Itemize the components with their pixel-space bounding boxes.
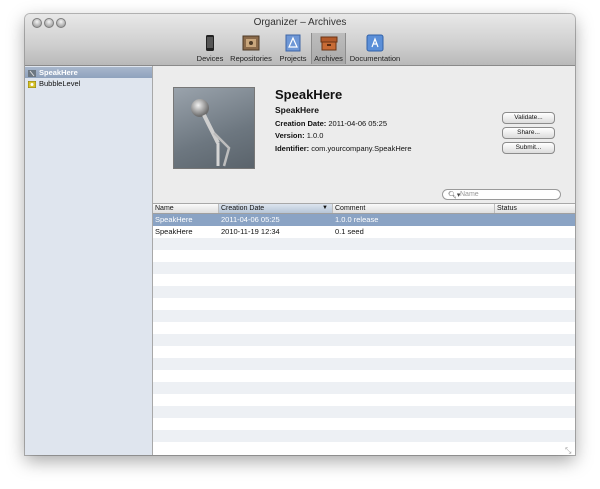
creation-date-row: Creation Date: 2011-04-06 05:25 xyxy=(275,119,388,128)
column-header-status[interactable]: Status xyxy=(495,204,575,213)
empty-row xyxy=(153,430,575,442)
window-title: Organizer – Archives xyxy=(253,17,347,28)
repository-icon xyxy=(242,34,260,52)
table-header: Name Creation Date ▼ Comment Status xyxy=(153,204,575,214)
submit-button[interactable]: Submit... xyxy=(502,142,555,154)
version-row: Version: 1.0.0 xyxy=(275,131,324,140)
empty-row xyxy=(153,406,575,418)
table-row[interactable]: SpeakHere 2011-04-06 05:25 1.0.0 release xyxy=(153,214,575,226)
column-header-name[interactable]: Name xyxy=(153,204,219,213)
sort-descending-icon: ▼ xyxy=(322,205,328,211)
empty-row xyxy=(153,310,575,322)
resize-grip-icon[interactable]: ⤡ xyxy=(565,446,573,455)
archives-table: Name Creation Date ▼ Comment Status Spea… xyxy=(153,203,575,455)
microphone-icon xyxy=(173,87,255,169)
share-button[interactable]: Share... xyxy=(502,127,555,139)
empty-row xyxy=(153,334,575,346)
toolbar-archives[interactable]: Archives xyxy=(311,33,346,64)
empty-row xyxy=(153,286,575,298)
search-icon: 🔍︎▾ xyxy=(448,192,461,199)
archive-icon xyxy=(320,34,338,52)
device-icon xyxy=(201,34,219,52)
archive-subtitle: SpeakHere xyxy=(275,105,319,115)
sidebar: SpeakHere BubbleLevel xyxy=(25,66,153,455)
sidebar-item-bubblelevel[interactable]: BubbleLevel xyxy=(25,78,152,89)
organizer-window: Organizer – Archives Devices Repositorie… xyxy=(25,14,575,455)
project-icon xyxy=(284,34,302,52)
app-icon xyxy=(27,80,37,89)
title-bar: Organizer – Archives Devices Repositorie… xyxy=(25,14,575,66)
app-icon xyxy=(28,69,36,77)
archive-detail: SpeakHere SpeakHere Creation Date: 2011-… xyxy=(153,66,575,202)
empty-row xyxy=(153,358,575,370)
toolbar-repositories[interactable]: Repositories xyxy=(228,34,274,63)
search-input[interactable]: 🔍︎▾ Name xyxy=(442,189,561,200)
column-header-creation-date[interactable]: Creation Date ▼ xyxy=(219,204,333,213)
table-row[interactable]: SpeakHere 2010-11-19 12:34 0.1 seed xyxy=(153,226,575,238)
empty-row xyxy=(153,262,575,274)
archive-app-name: SpeakHere xyxy=(275,87,343,102)
toolbar-projects[interactable]: Projects xyxy=(276,34,310,63)
toolbar-documentation[interactable]: Documentation xyxy=(347,34,403,63)
identifier-row: Identifier: com.yourcompany.SpeakHere xyxy=(275,144,412,153)
documentation-icon xyxy=(366,34,384,52)
sidebar-item-speakhere[interactable]: SpeakHere xyxy=(25,67,152,78)
column-header-comment[interactable]: Comment xyxy=(333,204,495,213)
toolbar-devices[interactable]: Devices xyxy=(193,34,227,63)
empty-row xyxy=(153,382,575,394)
empty-row xyxy=(153,238,575,250)
search-placeholder: Name xyxy=(460,191,479,198)
validate-button[interactable]: Validate... xyxy=(502,112,555,124)
